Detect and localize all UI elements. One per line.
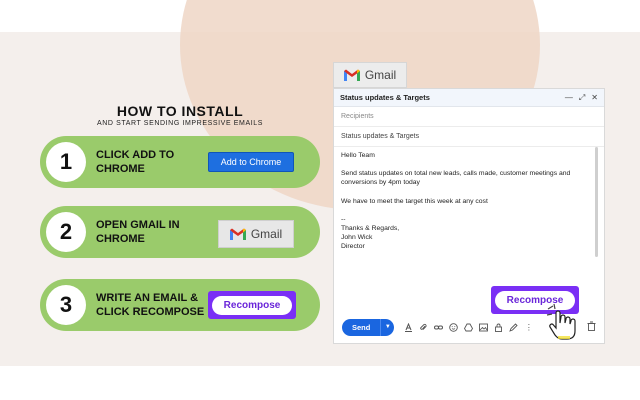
attach-icon[interactable] — [419, 323, 428, 332]
recipients-field[interactable]: Recipients — [334, 107, 604, 127]
link-icon[interactable] — [434, 323, 444, 332]
step-3: 3 WRITE AN EMAIL & CLICK RECOMPOSE Recom… — [40, 279, 320, 331]
email-body[interactable]: Hello Team Send status updates on total … — [341, 151, 591, 252]
heading-subtitle: AND START SENDING IMPRESSIVE EMAILS — [96, 120, 264, 127]
step-text: WRITE AN EMAIL & CLICK RECOMPOSE — [96, 292, 205, 318]
gmail-badge: Gmail — [218, 220, 294, 248]
body-scrollbar[interactable] — [595, 147, 598, 257]
signature-line: John Wick — [341, 234, 373, 242]
step-1: 1 CLICK ADD TO CHROME Add to Chrome — [40, 136, 320, 188]
step-2: 2 OPEN GMAIL IN CHROME Gmail — [40, 206, 320, 258]
gmail-badge-label: Gmail — [250, 227, 283, 241]
bottom-band — [0, 366, 640, 400]
expand-icon[interactable]: ⤢ — [579, 93, 585, 103]
body-line: We have to meet the target this week at … — [341, 197, 488, 205]
image-icon[interactable] — [479, 323, 489, 332]
chevron-down-icon[interactable]: ▼ — [380, 318, 394, 336]
gmail-tab: Gmail — [333, 62, 407, 88]
pen-icon[interactable] — [509, 322, 518, 332]
window-controls: — ⤢ ✕ — [565, 93, 598, 103]
gmail-logo-icon — [229, 228, 246, 240]
drive-icon[interactable] — [464, 323, 474, 332]
step-text: OPEN GMAIL IN CHROME — [96, 219, 180, 245]
close-icon[interactable]: ✕ — [591, 93, 598, 103]
more-icon[interactable]: ⋮ — [524, 323, 533, 332]
signature-separator: -- — [341, 215, 346, 223]
install-heading: HOW TO INSTALL AND START SENDING IMPRESS… — [60, 103, 300, 127]
send-label: Send — [352, 322, 371, 332]
step-text: CLICK ADD TO CHROME — [96, 149, 175, 175]
recompose-button[interactable]: Recompose — [208, 291, 296, 319]
subject-field[interactable]: Status updates & Targets — [334, 127, 604, 147]
emoji-icon[interactable] — [449, 322, 459, 332]
heading-title: HOW TO INSTALL — [116, 103, 244, 119]
signature-line: Director — [341, 243, 365, 251]
recompose-label: Recompose — [211, 295, 293, 315]
add-to-chrome-button[interactable]: Add to Chrome — [208, 152, 294, 172]
compose-header: Status updates & Targets — ⤢ ✕ — [334, 89, 604, 107]
send-button[interactable]: Send ▼ — [342, 318, 395, 336]
step-number: 2 — [46, 212, 86, 252]
formatting-icons: ⋮ — [404, 322, 533, 332]
compose-title: Status updates & Targets — [340, 93, 430, 102]
step-number: 3 — [46, 285, 86, 325]
step-number: 1 — [46, 142, 86, 182]
trash-icon[interactable] — [587, 321, 596, 333]
gmail-tab-label: Gmail — [364, 68, 397, 82]
body-line: Send status updates on total new leads, … — [341, 170, 571, 187]
lock-icon[interactable] — [494, 323, 503, 332]
gmail-logo-icon — [343, 69, 360, 81]
minimize-icon[interactable]: — — [565, 93, 573, 103]
body-greeting: Hello Team — [341, 152, 375, 159]
signature-line: Thanks & Regards, — [341, 225, 400, 233]
format-text-icon[interactable] — [404, 322, 413, 332]
hand-cursor-icon — [544, 303, 582, 341]
